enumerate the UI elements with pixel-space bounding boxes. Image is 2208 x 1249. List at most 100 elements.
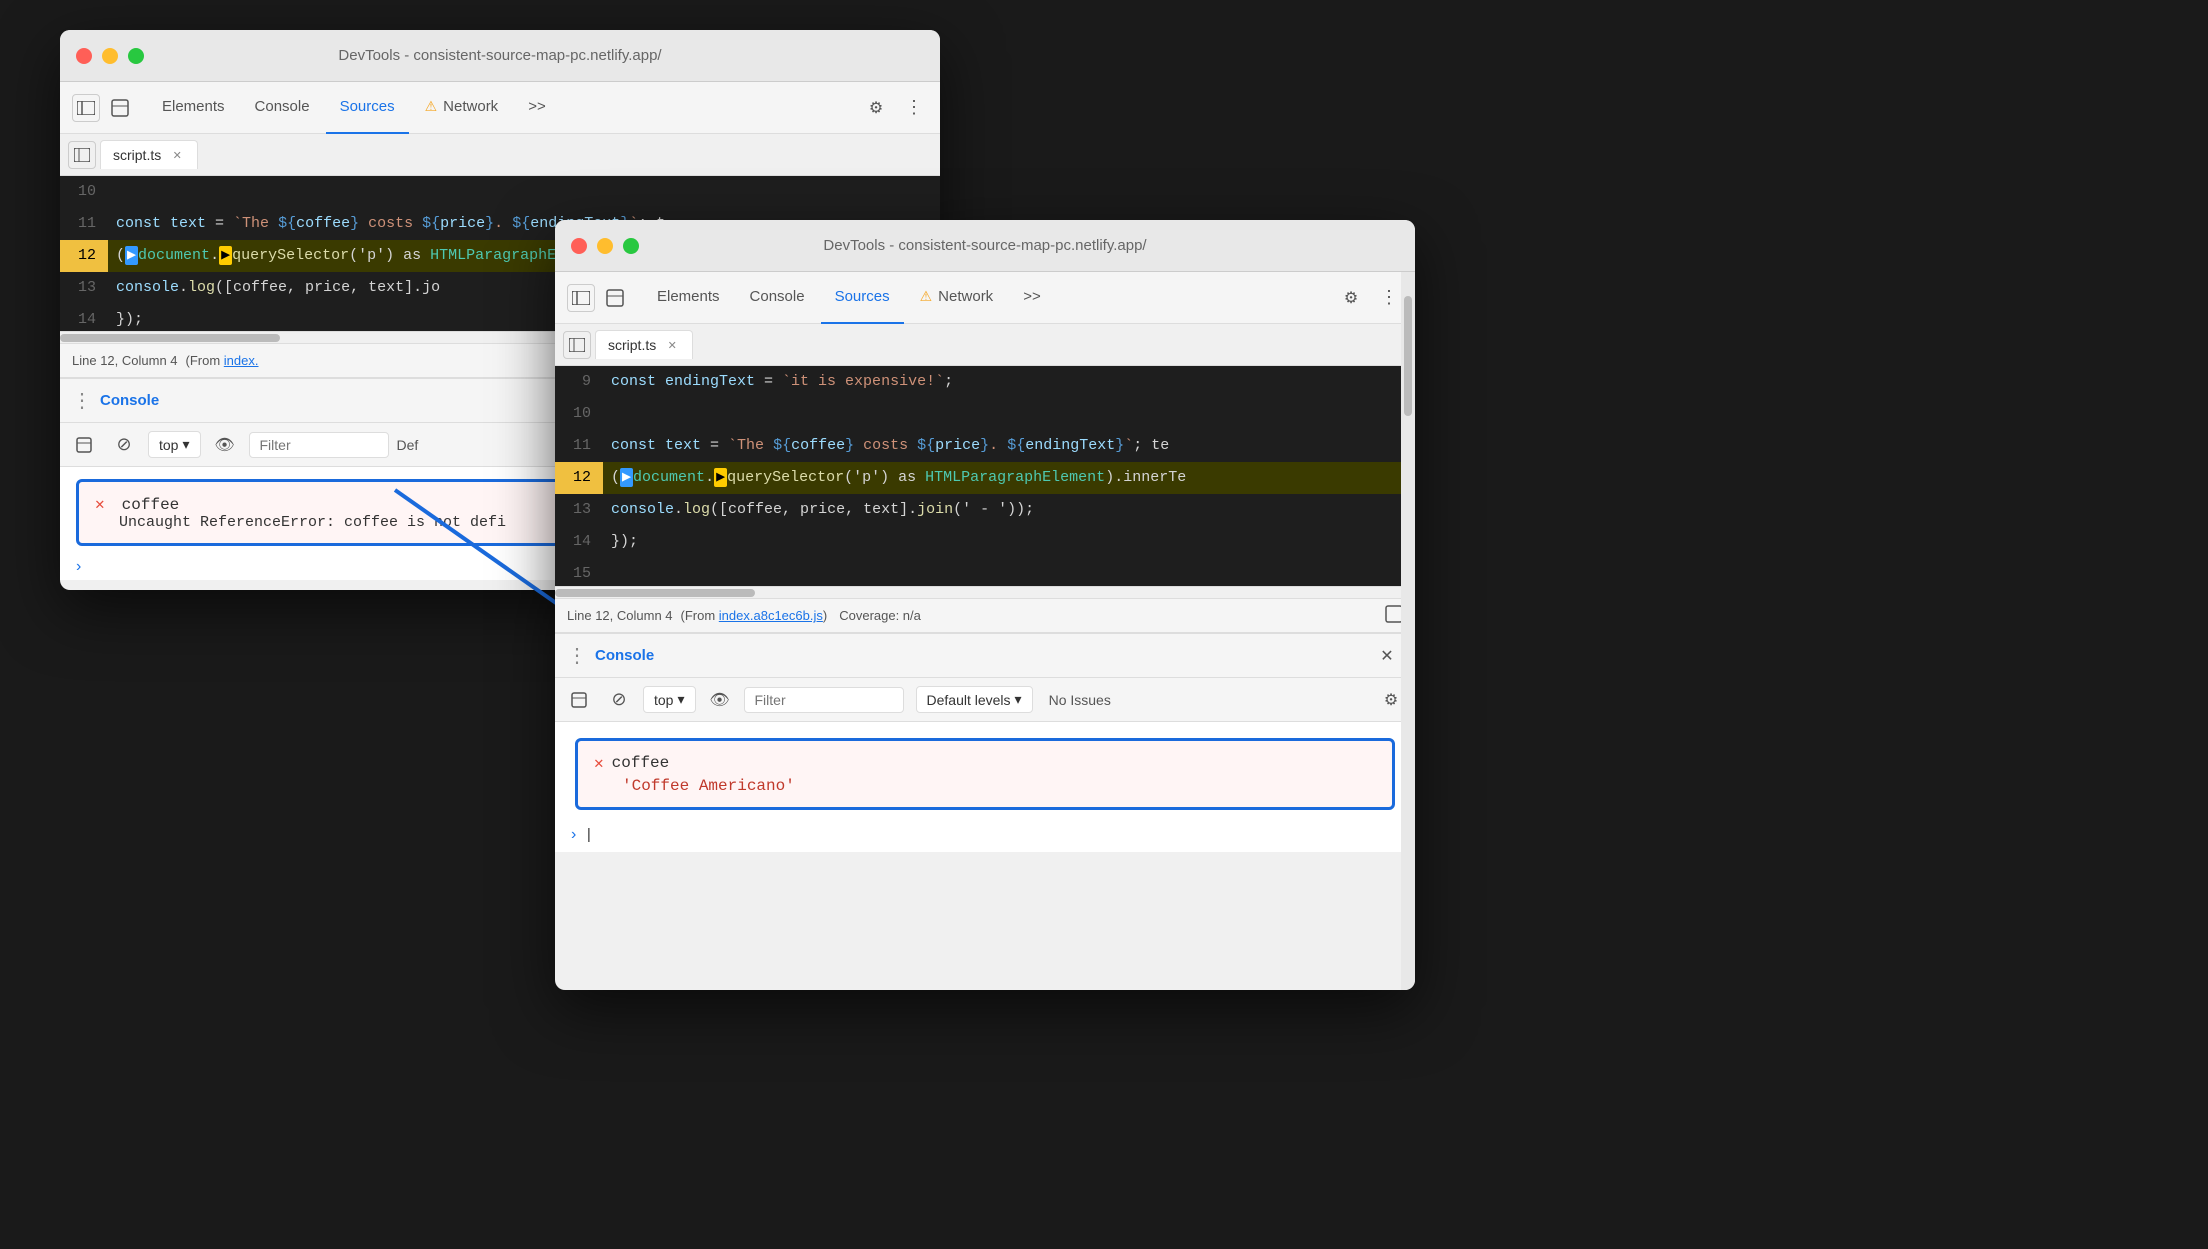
sidebar-toggle-icon-2[interactable] [567, 284, 595, 312]
from-text-1: (From index. [186, 353, 259, 368]
file-tabbar-1: script.ts ✕ [60, 134, 940, 176]
window-v-scrollbar-thumb-2[interactable] [1404, 296, 1412, 416]
console-menu-dots-2[interactable]: ⋮ [567, 643, 587, 668]
titlebar-1: DevTools - consistent-source-map-pc.netl… [60, 30, 940, 82]
code-line-9-2: 9 const endingText = `it is expensive!`; [555, 366, 1415, 398]
success-entry-2: ✕ coffee 'Coffee Americano' [575, 738, 1395, 810]
devtools-toolbar-1: Elements Console Sources ⚠ Network >> ⚙ … [60, 82, 940, 134]
maximize-button-2[interactable] [623, 238, 639, 254]
console-title-1: Console [100, 392, 159, 409]
file-tab-close-1[interactable]: ✕ [169, 147, 185, 163]
warning-icon-2: ⚠ [920, 288, 933, 305]
cursor-blink: | [584, 827, 593, 844]
default-levels-label-2: Default levels [927, 692, 1011, 708]
tab-sources-2[interactable]: Sources [821, 272, 904, 324]
console-toolbar-2: ⊘ top ▾ 👁 Default levels ▾ No Issues ⚙ [555, 678, 1415, 722]
minimize-button-2[interactable] [597, 238, 613, 254]
console-filter-input-2[interactable] [744, 687, 904, 713]
window-title-2: DevTools - consistent-source-map-pc.netl… [823, 237, 1146, 254]
code-line-10: 10 [60, 176, 940, 208]
tab-more-1[interactable]: >> [514, 82, 560, 134]
error-var-1: coffee [122, 496, 180, 514]
file-tab-script-2[interactable]: script.ts ✕ [595, 330, 693, 359]
settings-icon-2[interactable]: ⚙ [1335, 282, 1367, 314]
tab-bar-1: Elements Console Sources ⚠ Network >> [148, 82, 560, 134]
window-controls-1 [76, 48, 144, 64]
close-button-2[interactable] [571, 238, 587, 254]
error-text-1: Uncaught ReferenceError: coffee is not d… [119, 514, 506, 531]
console-expand-icon-1[interactable] [68, 429, 100, 461]
scrollbar-thumb-2[interactable] [555, 589, 755, 597]
panel-toggle-icon-1[interactable] [68, 141, 96, 169]
window-v-scrollbar-2[interactable] [1401, 272, 1415, 990]
from-text-2: (From index.a8c1ec6b.js) [681, 608, 828, 623]
success-x-icon-2: ✕ [594, 753, 604, 773]
tab-network-2[interactable]: ⚠ Network [906, 272, 1008, 324]
prohibited-icon-2[interactable]: ⊘ [603, 684, 635, 716]
more-icon-2[interactable]: ⋮ [1375, 284, 1403, 312]
chevron-down-icon-1: ▾ [182, 436, 189, 453]
file-tab-close-2[interactable]: ✕ [664, 337, 680, 353]
success-value-2: 'Coffee Americano' [622, 777, 795, 795]
panel-toggle-icon-2[interactable] [563, 331, 591, 359]
console-close-icon-2[interactable]: ✕ [1371, 640, 1403, 672]
sidebar-toggle-icon-1[interactable] [72, 94, 100, 122]
no-issues-text-2: No Issues [1049, 692, 1111, 708]
success-line-var: ✕ coffee [594, 753, 1376, 773]
console-filter-input-1[interactable] [249, 432, 389, 458]
success-var-2: coffee [612, 754, 670, 772]
inspect-icon-1[interactable] [104, 92, 136, 124]
tab-elements-1[interactable]: Elements [148, 82, 239, 134]
success-value-line: 'Coffee Americano' [594, 777, 1376, 795]
index-link-1[interactable]: index. [224, 353, 259, 368]
index-link-2[interactable]: index.a8c1ec6b.js [719, 608, 823, 623]
console-header-2: ⋮ Console ✕ [555, 634, 1415, 678]
tab-more-2[interactable]: >> [1009, 272, 1055, 324]
horizontal-scrollbar-2[interactable] [555, 586, 1415, 598]
default-levels-text-1: Def [397, 437, 419, 453]
top-label-1: top [159, 437, 178, 453]
titlebar-2: DevTools - consistent-source-map-pc.netl… [555, 220, 1415, 272]
cursor-position-2: Line 12, Column 4 [567, 608, 673, 623]
console-expand-icon-2[interactable] [563, 684, 595, 716]
tab-sources-1[interactable]: Sources [326, 82, 409, 134]
console-input-line: › | [555, 818, 1415, 852]
tab-network-1[interactable]: ⚠ Network [411, 82, 513, 134]
code-line-12-2: 12 (▶document.▶querySelector('p') as HTM… [555, 462, 1415, 494]
top-label-2: top [654, 692, 673, 708]
code-line-13-2: 13 console.log([coffee, price, text].joi… [555, 494, 1415, 526]
inspect-icon-2[interactable] [599, 282, 631, 314]
tab-elements-2[interactable]: Elements [643, 272, 734, 324]
code-line-10-2: 10 [555, 398, 1415, 430]
code-editor-2: 9 const endingText = `it is expensive!`;… [555, 366, 1415, 586]
context-selector-2[interactable]: top ▾ [643, 686, 696, 713]
context-selector-1[interactable]: top ▾ [148, 431, 201, 458]
cursor-position-1: Line 12, Column 4 [72, 353, 178, 368]
window-title-1: DevTools - consistent-source-map-pc.netl… [338, 47, 661, 64]
close-button-1[interactable] [76, 48, 92, 64]
coverage-text-2: Coverage: n/a [839, 608, 921, 623]
console-title-2: Console [595, 647, 654, 664]
file-tab-name-2: script.ts [608, 337, 656, 353]
console-menu-dots-1[interactable]: ⋮ [72, 388, 92, 413]
file-tab-script-1[interactable]: script.ts ✕ [100, 140, 198, 169]
default-levels-btn-2[interactable]: Default levels ▾ [916, 686, 1033, 713]
tab-bar-2: Elements Console Sources ⚠ Network >> [643, 272, 1055, 324]
chevron-down-icon-3: ▾ [1015, 691, 1022, 708]
eye-icon-2[interactable]: 👁 [704, 684, 736, 716]
code-line-15-2: 15 [555, 558, 1415, 586]
console-input-chevron[interactable]: › [571, 826, 576, 844]
prohibited-icon-1[interactable]: ⊘ [108, 429, 140, 461]
settings-icon-1[interactable]: ⚙ [860, 92, 892, 124]
devtools-window-2: DevTools - consistent-source-map-pc.netl… [555, 220, 1415, 990]
eye-icon-1[interactable]: 👁 [209, 429, 241, 461]
tab-console-1[interactable]: Console [241, 82, 324, 134]
maximize-button-1[interactable] [128, 48, 144, 64]
tab-console-2[interactable]: Console [736, 272, 819, 324]
code-line-11-2: 11 const text = `The ${coffee} costs ${p… [555, 430, 1415, 462]
scrollbar-thumb-1[interactable] [60, 334, 280, 342]
toolbar-right-2: ⚙ ⋮ [1335, 282, 1403, 314]
minimize-button-1[interactable] [102, 48, 118, 64]
more-icon-1[interactable]: ⋮ [900, 94, 928, 122]
file-tab-name-1: script.ts [113, 147, 161, 163]
